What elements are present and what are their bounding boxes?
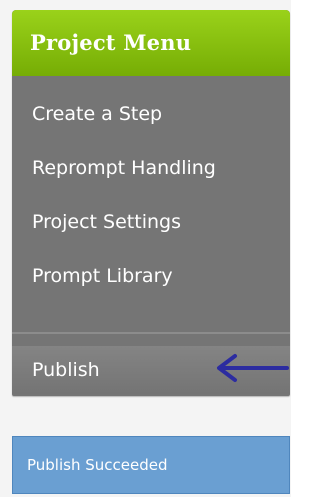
status-message: Publish Succeeded <box>12 436 290 494</box>
project-menu-title: Project Menu <box>12 10 290 76</box>
menu-item-reprompt-handling[interactable]: Reprompt Handling <box>12 148 290 188</box>
menu-item-prompt-library[interactable]: Prompt Library <box>12 256 290 296</box>
project-menu-panel: Project Menu Create a Step Reprompt Hand… <box>12 10 290 396</box>
menu-divider <box>12 332 290 334</box>
menu-item-create-step[interactable]: Create a Step <box>12 94 290 134</box>
arrow-left-icon <box>217 354 289 382</box>
menu-item-project-settings[interactable]: Project Settings <box>12 202 290 242</box>
